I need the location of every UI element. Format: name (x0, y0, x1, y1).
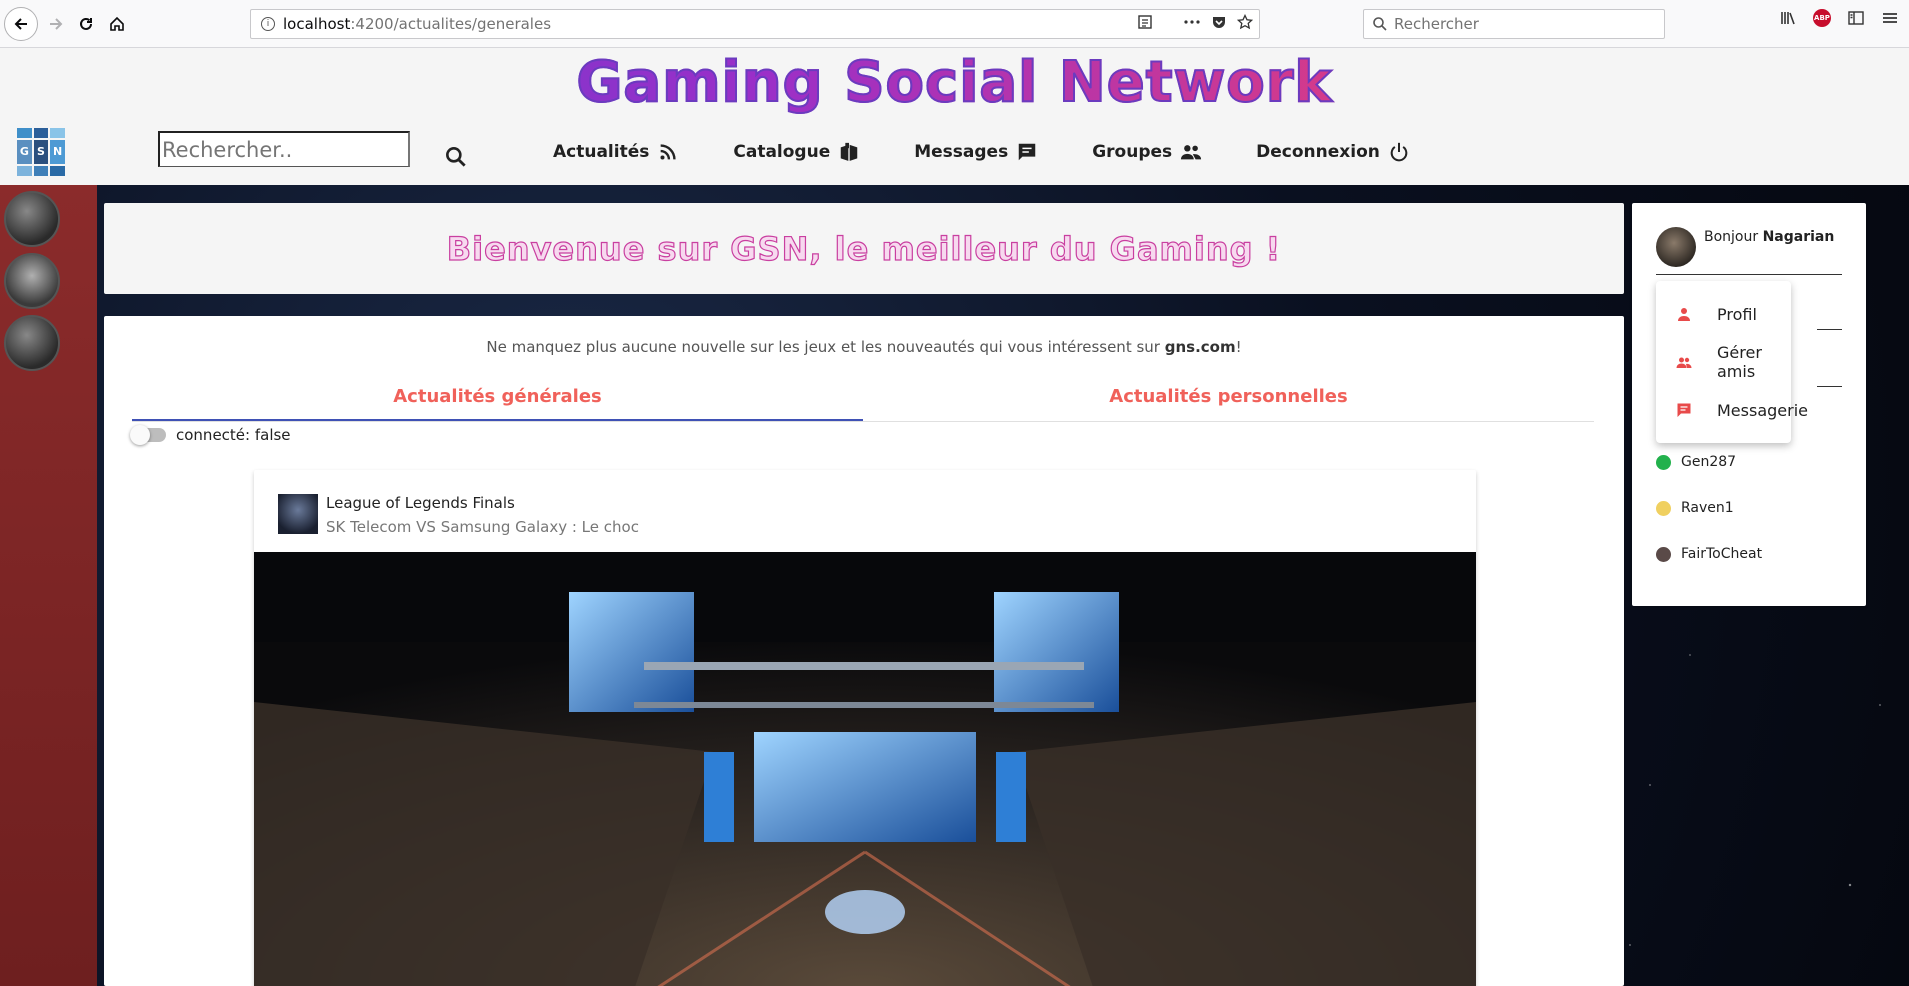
back-button[interactable] (4, 7, 38, 41)
book-icon (840, 142, 858, 162)
news-image (254, 552, 1476, 986)
menu-item-label: Messagerie (1717, 400, 1808, 420)
news-card[interactable]: League of Legends Finals SK Telecom VS S… (254, 470, 1476, 986)
url-host: localhost (283, 15, 351, 33)
power-icon (1390, 142, 1408, 162)
divider (1656, 274, 1842, 275)
welcome-banner: Bienvenue sur GSN, le meilleur du Gaming… (104, 203, 1624, 294)
game-avatar-witcher[interactable] (4, 253, 60, 309)
browser-search-placeholder: Rechercher (1394, 15, 1479, 33)
user-name: Nagarian (1762, 229, 1835, 245)
connected-toggle-row: connecté: false (130, 425, 291, 445)
game-avatar-3[interactable] (4, 315, 60, 371)
tagline-text: Ne manquez plus aucune nouvelle sur les … (486, 338, 1165, 356)
menu-item-label: Profil (1717, 304, 1757, 324)
home-button[interactable] (101, 8, 133, 40)
reload-icon (80, 17, 92, 30)
search-icon[interactable] (443, 144, 469, 170)
arena-image (254, 552, 1476, 986)
friend-name: Raven1 (1681, 500, 1734, 516)
nav-catalogue[interactable]: Catalogue (733, 141, 860, 163)
status-dot-online (1656, 454, 1671, 470)
nav-actualites-label: Actualités (553, 142, 650, 162)
forward-button[interactable] (40, 8, 72, 40)
search-input[interactable] (158, 131, 410, 167)
friend-item-fairtocheat[interactable]: FairToCheat (1656, 546, 1762, 562)
person-icon (1678, 308, 1690, 321)
status-dot-offline (1656, 546, 1671, 562)
nav-groupes-label: Groupes (1092, 142, 1173, 162)
rss-icon (660, 144, 676, 160)
menu-item-profil[interactable]: Profil (1656, 290, 1791, 338)
game-avatar-1[interactable] (4, 191, 60, 247)
url-actions (1137, 14, 1253, 30)
url-path: :4200/actualites/generales (350, 15, 552, 33)
url-bar[interactable]: i localhost:4200/actualites/generales (250, 9, 1260, 39)
pocket-icon[interactable] (1211, 14, 1227, 30)
user-menu: Profil Gérer amis Messagerie (1656, 281, 1808, 443)
message-icon (1018, 143, 1036, 161)
news-subtitle: SK Telecom VS Samsung Galaxy : Le choc (326, 518, 639, 536)
greeting-text: Bonjour (1704, 229, 1763, 245)
status-dot-away (1656, 500, 1671, 516)
nav-deconnexion[interactable]: Deconnexion (1256, 141, 1410, 163)
toolbar-right: ABP (1779, 9, 1909, 27)
nav-messages-label: Messages (914, 142, 1009, 162)
info-icon[interactable]: i (261, 17, 275, 31)
tagline: Ne manquez plus aucune nouvelle sur les … (104, 338, 1624, 356)
games-sidebar (0, 185, 97, 986)
friend-item-gen287[interactable]: Gen287 (1656, 454, 1736, 470)
browser-toolbar: i localhost:4200/actualites/generales Re… (0, 0, 1909, 48)
nav-catalogue-label: Catalogue (733, 142, 831, 162)
connected-toggle[interactable] (130, 425, 166, 445)
bookmark-star-icon[interactable] (1237, 14, 1253, 30)
friend-item-raven1[interactable]: Raven1 (1656, 500, 1734, 516)
friend-name: Gen287 (1681, 454, 1737, 470)
browser-search-bar[interactable]: Rechercher (1363, 9, 1665, 39)
tagline-suffix: ! (1235, 338, 1242, 356)
gsn-logo[interactable]: GSN (17, 128, 65, 176)
tab-actualites-generales[interactable]: Actualités générales (132, 376, 863, 421)
more-actions-icon[interactable] (1183, 14, 1201, 30)
brand-title: Gaming Social Network (0, 49, 1909, 116)
search-icon (1373, 17, 1387, 31)
nav-messages[interactable]: Messages (914, 141, 1038, 163)
arrow-left-icon (14, 18, 27, 30)
menu-item-label: Gérer amis (1717, 343, 1762, 381)
home-icon (110, 16, 124, 31)
reader-view-icon[interactable] (1137, 14, 1153, 30)
logo-letter-g: G (17, 140, 32, 164)
reload-button[interactable] (70, 8, 102, 40)
logo-letter-n: N (50, 140, 65, 164)
news-panel: Ne manquez plus aucune nouvelle sur les … (104, 316, 1624, 986)
news-title: League of Legends Finals (326, 494, 515, 512)
divider (1817, 386, 1842, 387)
library-icon[interactable] (1779, 9, 1797, 27)
menu-item-messagerie[interactable]: Messagerie (1656, 386, 1808, 434)
user-greeting: Bonjour Nagarian (1704, 229, 1834, 245)
chat-icon (1677, 403, 1691, 417)
people-icon (1676, 357, 1692, 368)
news-thumbnail (278, 494, 318, 534)
nav-groupes[interactable]: Groupes (1092, 141, 1202, 163)
nav-deconnexion-label: Deconnexion (1256, 142, 1380, 162)
logo-letter-s: S (33, 140, 49, 164)
connected-toggle-label: connecté: false (176, 426, 291, 444)
sidebar-icon[interactable] (1847, 9, 1865, 27)
news-tabs: Actualités générales Actualités personne… (132, 376, 1594, 422)
friend-name: FairToCheat (1681, 546, 1763, 562)
nav-actualites[interactable]: Actualités (553, 141, 679, 163)
menu-icon[interactable] (1881, 9, 1899, 27)
app-header: Gaming Social Network GSN Actualités Cat… (0, 48, 1909, 185)
divider (1817, 329, 1842, 330)
adblock-icon[interactable]: ABP (1813, 9, 1831, 27)
avatar[interactable] (1656, 227, 1696, 267)
arrow-right-icon (50, 18, 63, 30)
main-nav: Actualités Catalogue Messages Groupes De… (553, 141, 1464, 163)
group-icon (1181, 145, 1202, 160)
welcome-text: Bienvenue sur GSN, le meilleur du Gaming… (446, 229, 1282, 268)
tab-actualites-personnelles[interactable]: Actualités personnelles (863, 376, 1594, 421)
menu-item-gerer-amis[interactable]: Gérer amis (1656, 338, 1791, 386)
tagline-site: gns.com (1164, 338, 1236, 356)
